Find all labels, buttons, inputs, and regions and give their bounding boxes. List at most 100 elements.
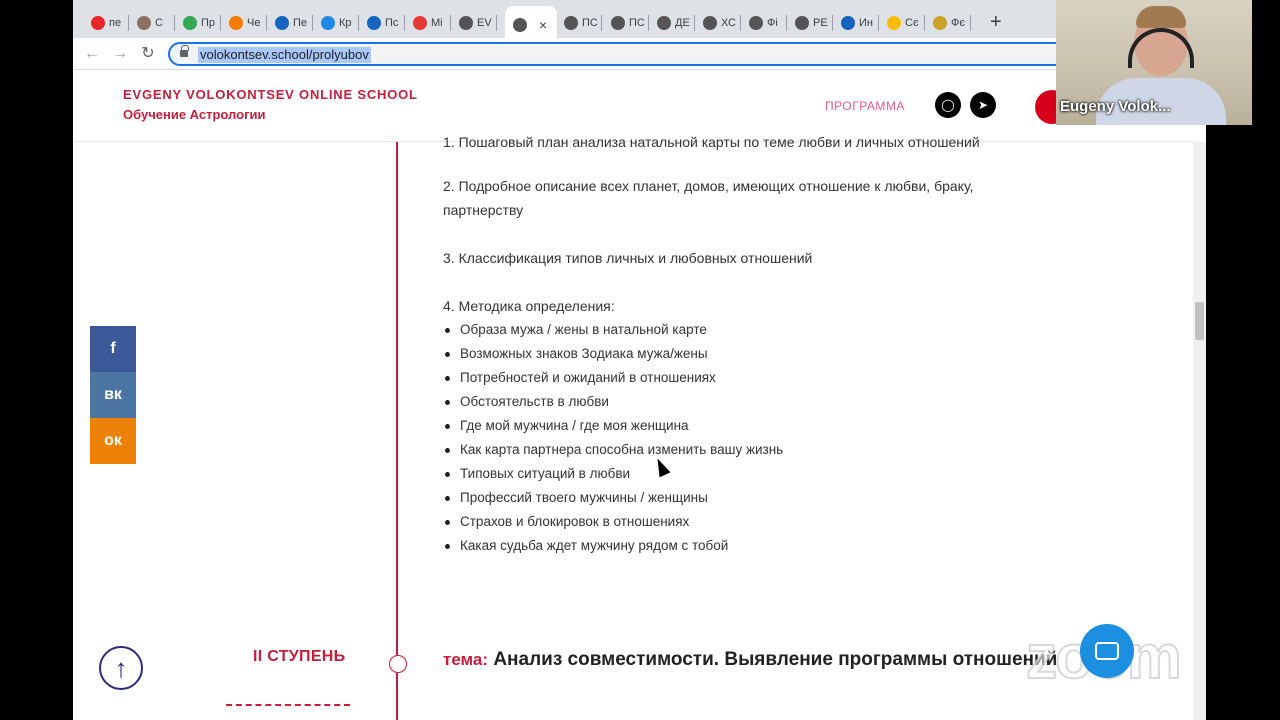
windows-icon <box>183 16 197 30</box>
tab-separator <box>358 15 359 31</box>
forward-icon[interactable]: → <box>109 43 131 65</box>
tab-label: Фі <box>767 17 778 29</box>
method-list: Образа мужа / жены в натальной карте Возм… <box>443 318 783 558</box>
new-tab-button[interactable]: + <box>990 9 1002 35</box>
tab-separator <box>128 15 129 31</box>
browser-window: Фє Сє Ин РЕ Фі ХС ДЕ ПС ПС × EV Mi Пс Кр Пе Че Пр Спе + ←… <box>73 0 1206 720</box>
tab-separator <box>740 15 741 31</box>
list-item: Страхов и блокировок в отношениях <box>443 510 783 534</box>
tab-separator <box>404 15 405 31</box>
nav-program-link[interactable]: ПРОГРАММА <box>825 99 905 113</box>
tab-separator <box>878 15 879 31</box>
yandex-icon <box>91 16 105 30</box>
browser-tab[interactable]: С <box>129 9 175 37</box>
tab-separator <box>786 15 787 31</box>
ev-icon <box>564 16 578 30</box>
list-item: Как карта партнера способна изменить ваш… <box>443 438 783 462</box>
instagram-icon[interactable]: ◯ <box>935 92 961 118</box>
shield-icon <box>137 16 151 30</box>
browser-tab[interactable]: Фі <box>741 9 787 37</box>
lock-icon <box>180 45 189 58</box>
tab-label: С <box>155 17 163 29</box>
list-item: Профессий твоего мужчины / женщины <box>443 486 783 510</box>
back-icon[interactable]: ← <box>81 43 103 65</box>
tab-separator <box>220 15 221 31</box>
brand-title[interactable]: EVGENY VOLOKONTSEV ONLINE SCHOOL <box>123 87 418 102</box>
browser-tab[interactable]: ПС <box>603 9 649 37</box>
ev-icon <box>611 16 625 30</box>
browser-tab[interactable]: Mi <box>405 9 451 37</box>
tab-separator <box>648 15 649 31</box>
list-item: Где мой мужчина / где моя женщина <box>443 414 783 438</box>
tab-separator <box>496 15 497 31</box>
browser-tab[interactable]: ПС <box>556 9 602 37</box>
tab-separator <box>601 15 602 31</box>
brand-subtitle[interactable]: Обучение Астрологии <box>123 107 265 122</box>
scroll-up-button[interactable]: ↑ <box>99 646 143 690</box>
telegram-icon[interactable]: ➤ <box>970 92 996 118</box>
tab-label: Mi <box>431 17 443 29</box>
tab-label: Фє <box>951 17 965 29</box>
url-text[interactable]: volokontsev.school/prolyubov <box>198 47 371 63</box>
g-icon <box>887 16 901 30</box>
ev-icon <box>703 16 717 30</box>
browser-tab[interactable]: Пр <box>175 9 221 37</box>
list-item: Обстоятельств в любви <box>443 390 783 414</box>
chrome-icon <box>413 16 427 30</box>
ev-icon <box>459 16 473 30</box>
browser-tab[interactable]: Пе <box>267 9 313 37</box>
timeline-marker <box>389 655 407 673</box>
tab-label: Пр <box>201 17 216 29</box>
browser-tab[interactable]: ДЕ <box>649 9 695 37</box>
browser-tab[interactable]: Че <box>221 9 267 37</box>
tab-separator <box>450 15 451 31</box>
eagle-icon <box>933 16 947 30</box>
odnoklassniki-icon[interactable]: ок <box>90 418 136 464</box>
program-item-1: 1. Пошаговый план анализа натальной карт… <box>443 134 980 150</box>
program-item-3: 3. Классификация типов личных и любовных… <box>443 250 813 266</box>
tab-separator <box>174 15 175 31</box>
reload-icon[interactable]: ↻ <box>137 43 159 65</box>
list-item: Образа мужа / жены в натальной карте <box>443 318 783 342</box>
list-item: Возможных знаков Зодиака мужа/жены <box>443 342 783 366</box>
browser-tab[interactable]: Ин <box>833 9 879 37</box>
browser-tab[interactable]: Пс <box>359 9 405 37</box>
address-bar[interactable]: volokontsev.school/prolyubov <box>168 42 1198 66</box>
browser-tab[interactable]: ХС <box>695 9 741 37</box>
ev-icon <box>795 16 809 30</box>
vk-icon[interactable]: вк <box>90 372 136 418</box>
page-content: 1. Пошаговый план анализа натальной карт… <box>73 134 1193 720</box>
ev-icon <box>749 16 763 30</box>
browser-tab[interactable]: Фє <box>925 9 971 37</box>
tab-label: Пс <box>385 17 399 29</box>
browser-tab[interactable]: пе <box>83 9 129 37</box>
close-icon[interactable]: × <box>539 17 547 33</box>
tab-separator <box>832 15 833 31</box>
tab-separator <box>924 15 925 31</box>
envelope-icon <box>367 16 381 30</box>
tab-label: EV <box>477 17 492 29</box>
bank-icon <box>275 16 289 30</box>
page-scrollbar[interactable] <box>1193 142 1206 720</box>
tab-separator <box>694 15 695 31</box>
facebook-icon[interactable]: f <box>90 326 136 372</box>
tab-separator <box>266 15 267 31</box>
participant-video[interactable]: Eugeny Volok... <box>1056 0 1252 125</box>
tab-label: ХС <box>721 17 736 29</box>
tab-separator <box>970 15 971 31</box>
tab-label: Ин <box>859 17 873 29</box>
scrollbar-thumb[interactable] <box>1195 302 1204 340</box>
browser-tab[interactable]: EV <box>451 9 497 37</box>
topic-label: тема: <box>443 650 489 669</box>
list-item: Какая судьба ждет мужчину рядом с тобой <box>443 534 783 558</box>
chat-button[interactable] <box>1080 624 1134 678</box>
browser-tab[interactable]: РЕ <box>787 9 833 37</box>
browser-tab[interactable]: Кр <box>313 9 359 37</box>
browser-tab[interactable]: Сє <box>879 9 925 37</box>
tab-label: ПС <box>582 17 598 29</box>
tab-label: Сє <box>905 17 919 29</box>
list-item: Типовых ситуаций в любви <box>443 462 783 486</box>
ev-icon <box>657 16 671 30</box>
toolbar: ← → ↻ volokontsev.school/prolyubov <box>73 38 1206 70</box>
timeline-line <box>396 142 398 720</box>
